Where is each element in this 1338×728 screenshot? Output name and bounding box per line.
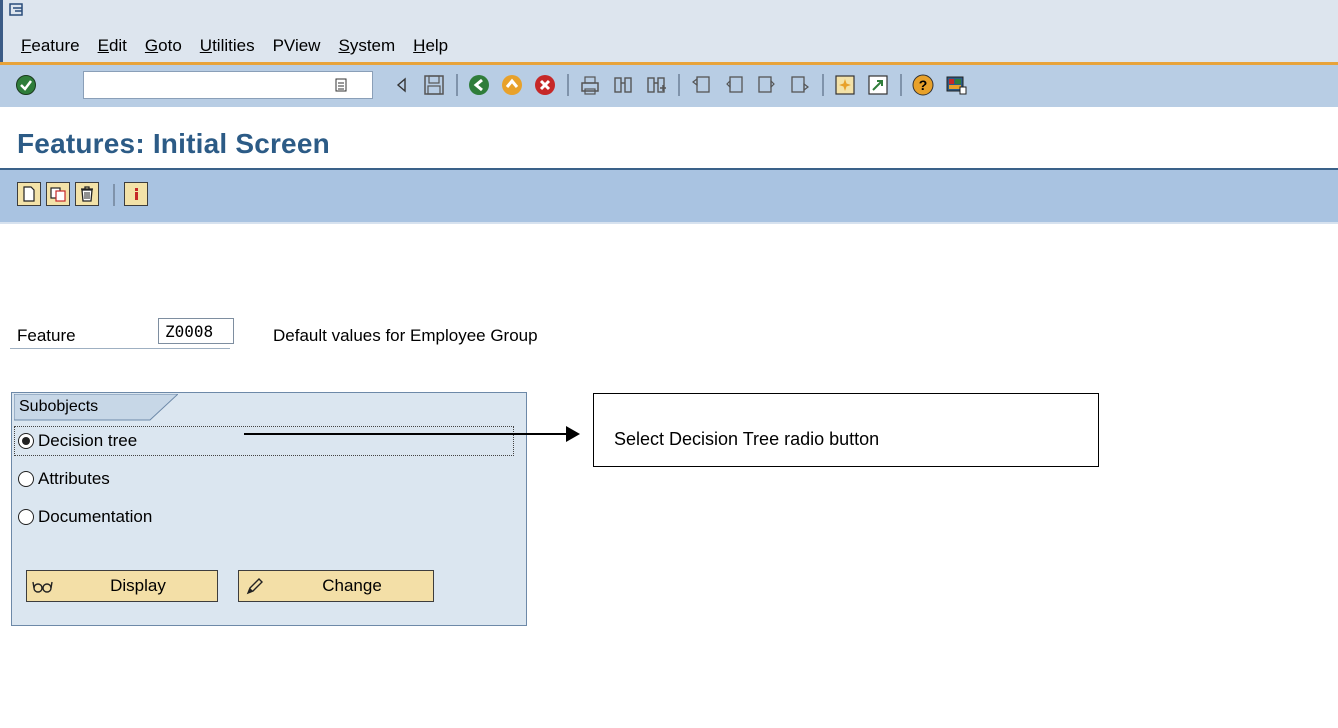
change-button[interactable]: Change — [238, 570, 434, 602]
feature-label: Feature — [17, 326, 76, 345]
feature-description: Default values for Employee Group — [273, 326, 538, 345]
customize-layout-icon[interactable] — [942, 71, 970, 99]
cancel-icon[interactable] — [531, 71, 559, 99]
shortcut-icon[interactable] — [864, 71, 892, 99]
help-icon[interactable]: ? — [909, 71, 937, 99]
radio-documentation[interactable]: Documentation — [18, 507, 152, 527]
display-button[interactable]: Display — [26, 570, 218, 602]
menu-utilities[interactable]: Utilities — [200, 36, 255, 56]
find-icon[interactable] — [609, 71, 637, 99]
radio-attributes[interactable]: Attributes — [18, 469, 110, 489]
radio-documentation-label: Documentation — [38, 507, 153, 526]
menu-system[interactable]: System — [338, 36, 395, 56]
menu-help-mnemonic: H — [413, 36, 426, 55]
menu-bar: Feature Edit Goto Utilities PView System… — [0, 0, 1338, 62]
toolbar-icons: ? — [387, 71, 975, 99]
display-button-label: Display — [110, 576, 166, 595]
exit-icon[interactable] — [498, 71, 526, 99]
toolbar-separator — [567, 74, 569, 96]
menu-help[interactable]: Help — [413, 36, 448, 56]
save-icon[interactable] — [420, 71, 448, 99]
radio-dot — [22, 437, 30, 445]
info-icon — [135, 188, 138, 200]
toolbar-separator — [678, 74, 680, 96]
delete-icon — [81, 186, 93, 202]
radio-decision-tree-label: Decision tree — [38, 431, 138, 450]
menu-edit-mnemonic: E — [97, 36, 109, 55]
first-page-icon[interactable] — [687, 71, 715, 99]
glasses-icon — [27, 571, 59, 601]
menu-system-label: ystem — [349, 36, 396, 55]
subobjects-title: Subobjects — [19, 398, 99, 415]
menu-edit[interactable]: Edit — [98, 36, 127, 56]
create-session-icon[interactable] — [831, 71, 859, 99]
menu-goto-label: oto — [158, 36, 182, 55]
radio-attributes-label: Attributes — [38, 469, 110, 488]
find-next-icon[interactable] — [642, 71, 670, 99]
change-button-label: Change — [322, 576, 382, 595]
page-title: Features: Initial Screen — [17, 128, 330, 159]
svg-text:?: ? — [919, 77, 928, 93]
annotation-text: Select Decision Tree radio button — [614, 429, 880, 449]
delete-button[interactable] — [75, 182, 99, 206]
annotation-arrow-line — [244, 433, 570, 435]
radio-unselected-icon[interactable] — [18, 509, 34, 525]
back-arrow-icon[interactable] — [387, 71, 415, 99]
toolbar-separator — [822, 74, 824, 96]
radio-decision-tree[interactable]: Decision tree — [18, 431, 137, 451]
system-menu-icon[interactable] — [9, 3, 25, 17]
info-button[interactable] — [124, 182, 148, 206]
next-page-icon[interactable] — [753, 71, 781, 99]
command-field[interactable] — [83, 71, 373, 99]
standard-toolbar: ? — [0, 62, 1338, 107]
window-edge — [0, 0, 3, 62]
menu-pview[interactable]: PView — [273, 36, 321, 56]
print-icon[interactable] — [576, 71, 604, 99]
radio-selected-icon[interactable] — [18, 433, 34, 449]
feature-underline — [10, 348, 230, 349]
dropdown-icon[interactable] — [334, 78, 348, 92]
menu-goto[interactable]: Goto — [145, 36, 182, 56]
menu-feature-mnemonic: F — [21, 36, 32, 55]
toolbar-separator — [900, 74, 902, 96]
menu-utilities-label: tilities — [212, 36, 255, 55]
toolbar-separator — [113, 184, 115, 206]
menu-system-mnemonic: S — [338, 36, 350, 55]
application-toolbar — [0, 170, 1338, 224]
menu-feature-label: eature — [31, 36, 80, 55]
copy-icon — [50, 187, 66, 202]
radio-unselected-icon[interactable] — [18, 471, 34, 487]
annotation-arrow-head — [566, 426, 580, 442]
enter-icon[interactable] — [15, 74, 37, 96]
toolbar-separator — [456, 74, 458, 96]
pencil-icon — [239, 571, 271, 601]
menu-goto-mnemonic: G — [144, 36, 159, 55]
menu-pview-label: PView — [272, 36, 321, 55]
menu-edit-label: dit — [108, 36, 127, 55]
previous-page-icon[interactable] — [720, 71, 748, 99]
copy-button[interactable] — [46, 182, 70, 206]
menu-items: Feature Edit Goto Utilities PView System… — [21, 36, 466, 56]
feature-field[interactable]: Z0008 — [158, 318, 234, 344]
back-icon[interactable] — [465, 71, 493, 99]
menu-help-label: elp — [425, 36, 449, 55]
menu-feature[interactable]: Feature — [21, 36, 80, 56]
create-icon — [23, 186, 35, 202]
last-page-icon[interactable] — [786, 71, 814, 99]
create-button[interactable] — [17, 182, 41, 206]
menu-utilities-mnemonic: U — [199, 36, 213, 55]
